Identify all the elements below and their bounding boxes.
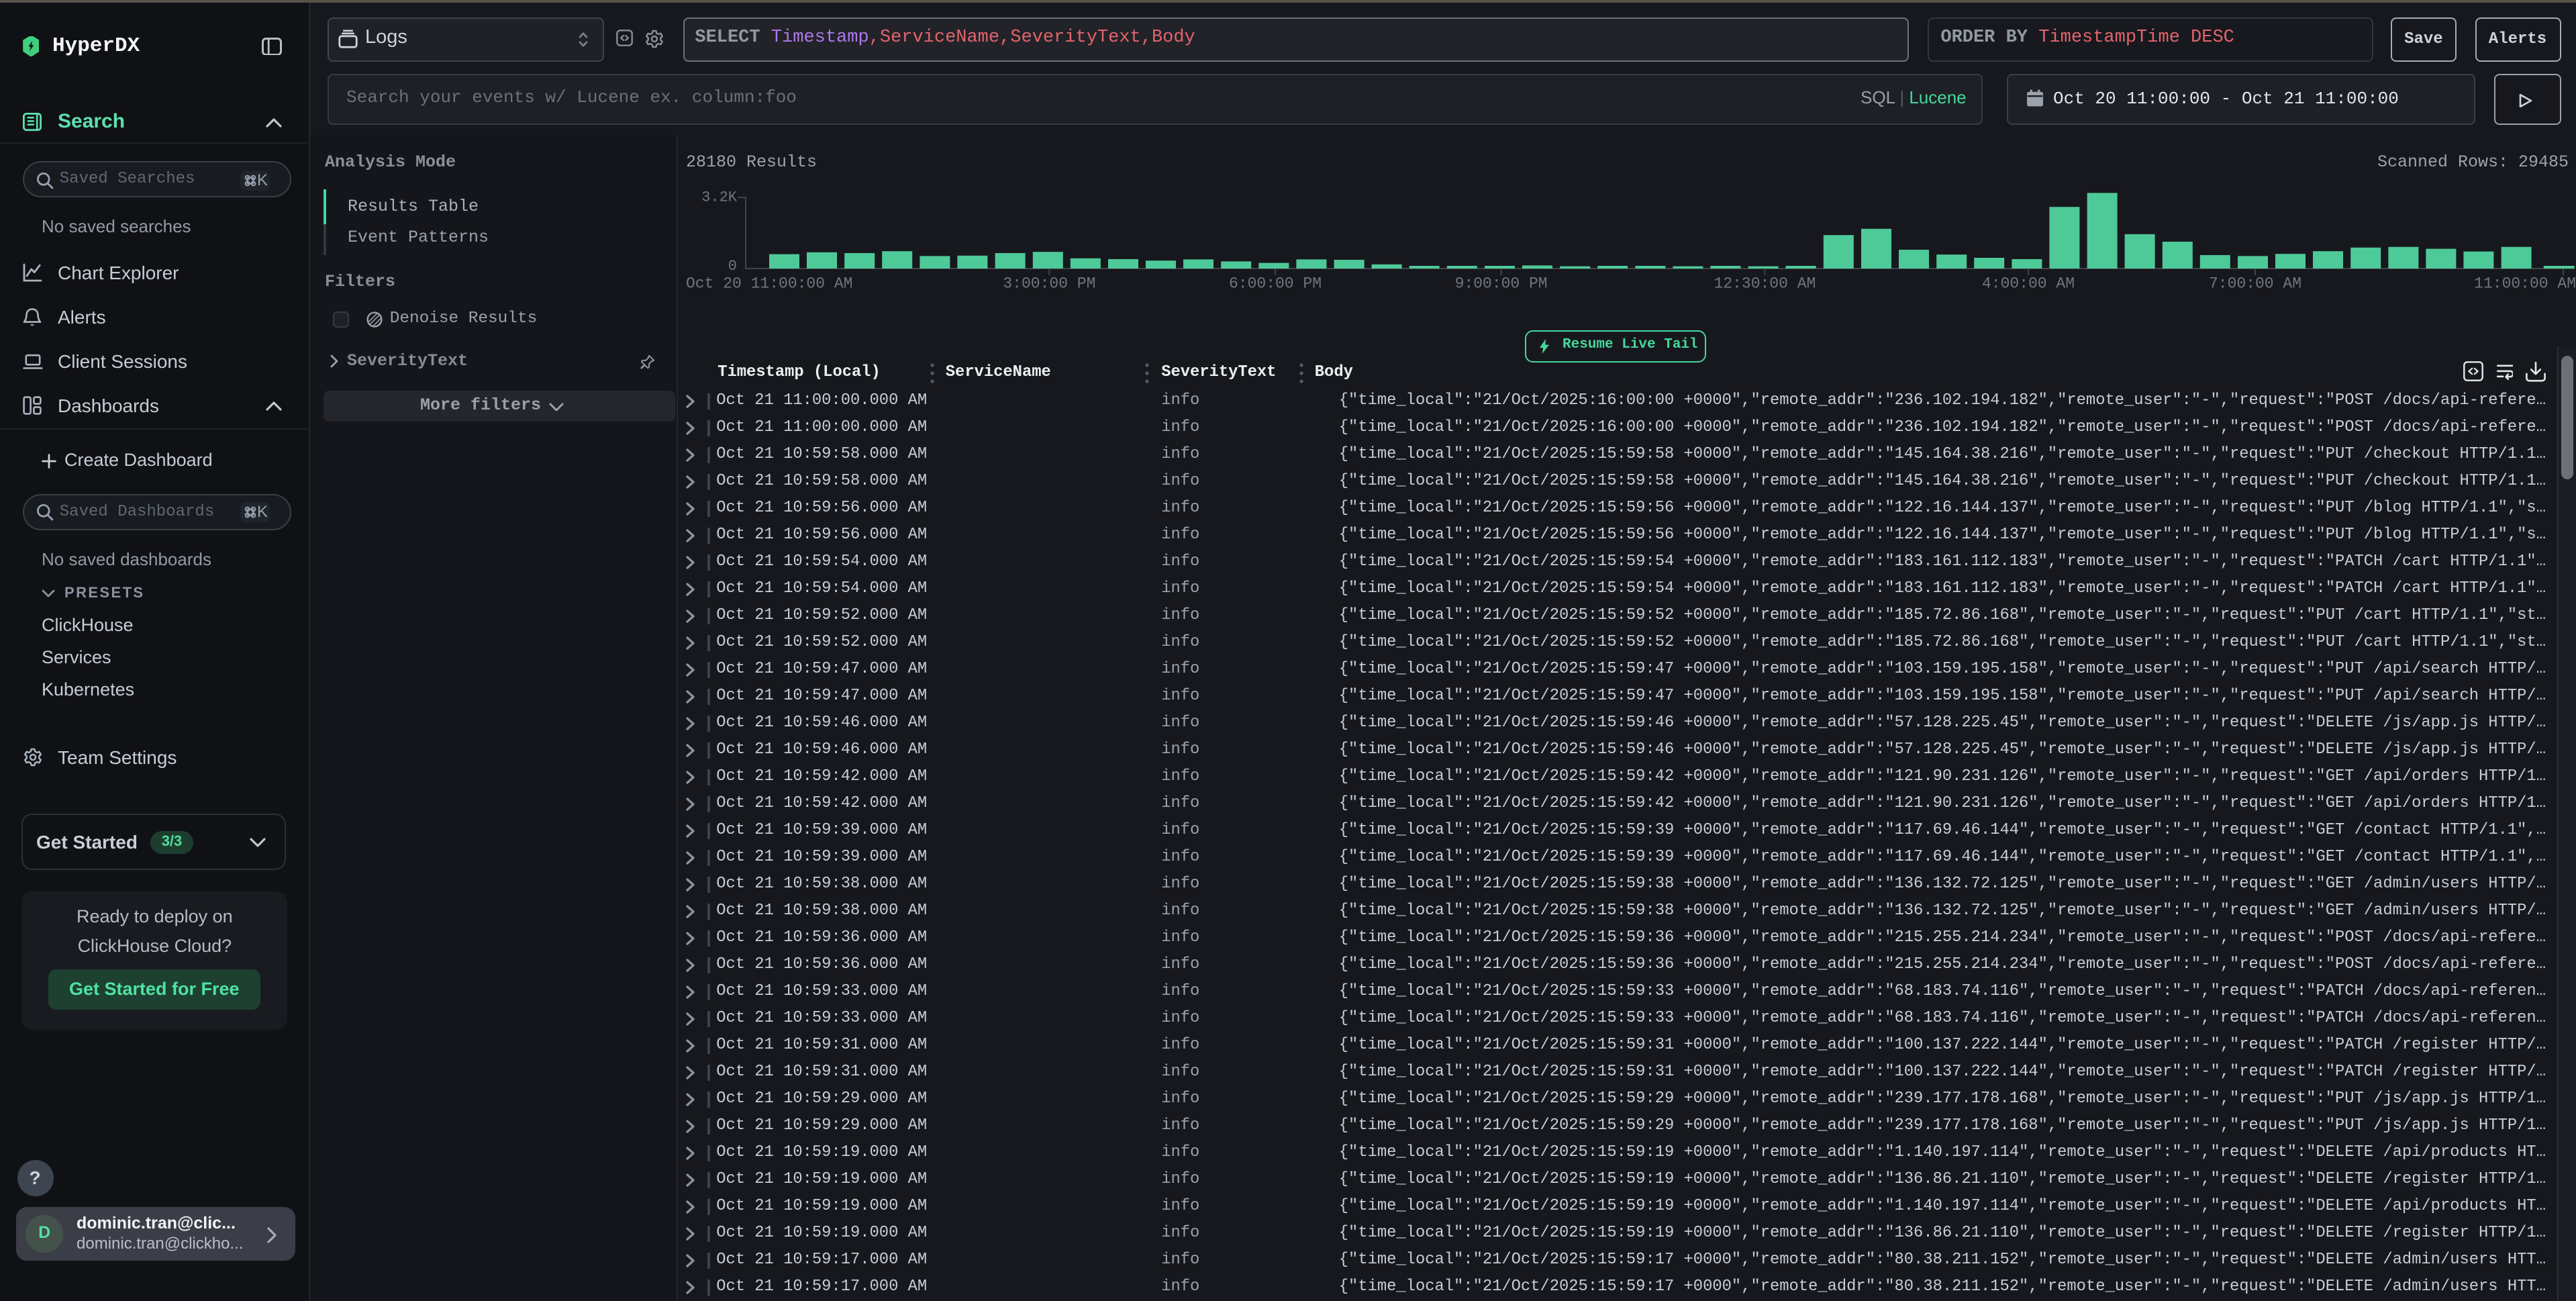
svg-text:4:00:00 AM: 4:00:00 AM <box>1982 275 2075 293</box>
svg-text:Oct 20 11:00:00 AM: Oct 20 11:00:00 AM <box>686 275 852 293</box>
svg-text:7:00:00 AM: 7:00:00 AM <box>2209 275 2301 293</box>
svg-text:6:00:00 PM: 6:00:00 PM <box>1229 275 1322 293</box>
svg-text:3.2K: 3.2K <box>701 189 738 206</box>
svg-text:0: 0 <box>728 258 737 275</box>
svg-text:3:00:00 PM: 3:00:00 PM <box>1003 275 1095 293</box>
svg-text:11:00:00 AM: 11:00:00 AM <box>2474 275 2576 293</box>
svg-text:9:00:00 PM: 9:00:00 PM <box>1455 275 1548 293</box>
svg-text:12:30:00 AM: 12:30:00 AM <box>1714 275 1816 293</box>
